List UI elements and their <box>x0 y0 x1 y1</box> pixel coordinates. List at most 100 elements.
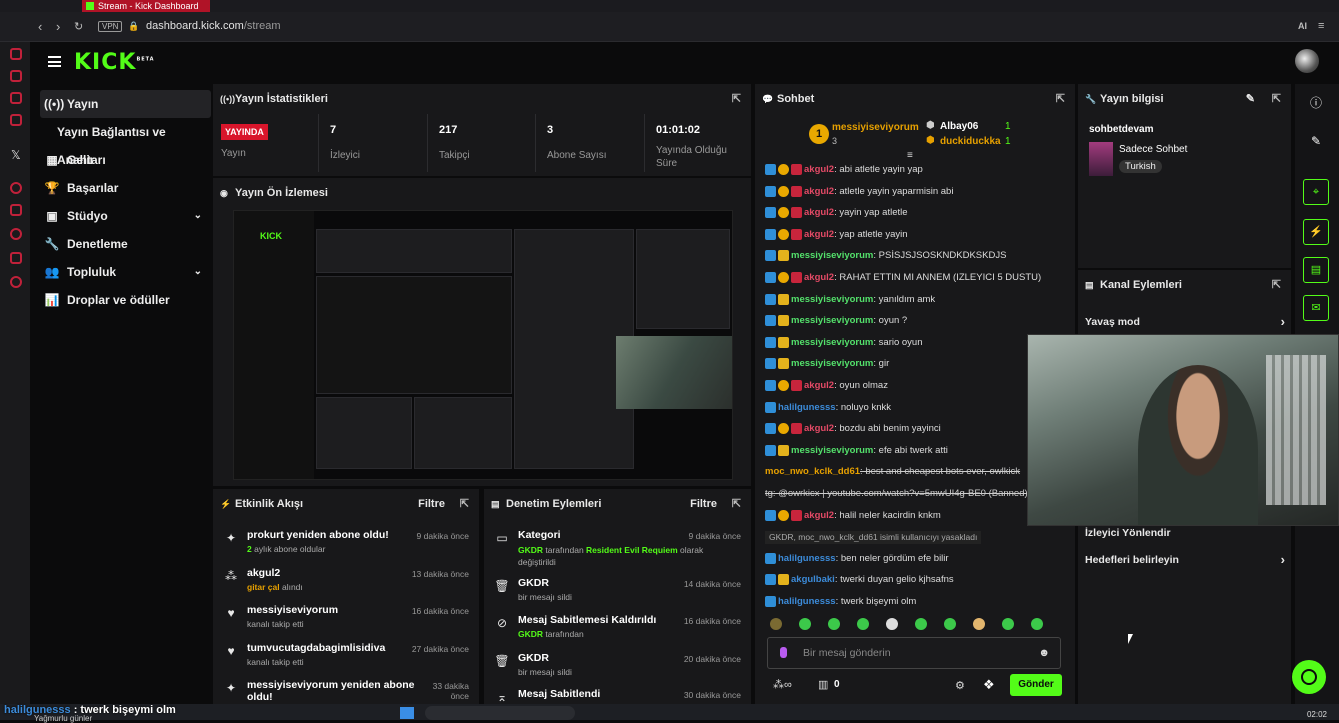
player-icon[interactable] <box>10 182 22 194</box>
emote-icon[interactable] <box>770 618 782 630</box>
top-gifter-name[interactable]: messiyiseviyorum <box>832 122 919 133</box>
forward-icon[interactable]: › <box>56 19 60 34</box>
mail-icon[interactable] <box>10 114 22 126</box>
browser-menu-icon[interactable]: ≡ <box>1318 20 1324 32</box>
chat-username[interactable]: messiyiseviyorum <box>791 337 873 348</box>
chat-username[interactable]: akgulbaki <box>791 574 835 585</box>
chat-username[interactable]: messiyiseviyorum <box>791 315 873 326</box>
chat-bubble-icon[interactable]: ✉ <box>1303 295 1329 321</box>
vpn-badge[interactable]: VPN <box>98 21 123 32</box>
chat-input[interactable]: Bir mesaj gönderin ☻ <box>767 637 1061 669</box>
apps-icon[interactable] <box>10 204 22 216</box>
slow-mode-button[interactable]: Yavaş mod › <box>1085 314 1285 329</box>
user-badges-icon <box>765 250 791 262</box>
chat-username[interactable]: akgul2 <box>804 510 834 521</box>
sidebar-item-gelir[interactable]: ▦ Gelir <box>30 146 210 174</box>
gear-icon[interactable]: ⚙ <box>955 679 965 692</box>
emote-icon[interactable] <box>828 618 840 630</box>
filter-button[interactable]: Filtre <box>418 489 445 519</box>
emote-icon[interactable] <box>944 618 956 630</box>
sidebar-item-stream-key[interactable]: Yayın Bağlantısı ve Anahtarı <box>30 118 210 167</box>
support-icon[interactable] <box>1292 660 1326 694</box>
set-goals-button[interactable]: Hedefleri belirleyin › <box>1085 552 1285 567</box>
user-avatar[interactable] <box>1295 49 1319 73</box>
gx-corner-icon[interactable] <box>10 92 22 104</box>
x-icon[interactable]: 𝕏 <box>11 148 21 162</box>
raid-button[interactable]: İzleyici Yönlendir <box>1085 527 1285 539</box>
url-field[interactable]: dashboard.kick.com/stream <box>146 20 281 32</box>
chat-username[interactable]: moc_nwo_kclk_dd61 <box>765 466 860 477</box>
taskbar-search[interactable] <box>425 706 575 720</box>
mic-icon[interactable] <box>780 647 787 658</box>
edit-icon[interactable]: ✎ <box>1303 128 1329 154</box>
stream-preview-video[interactable]: KICK <box>233 210 733 480</box>
chat-username[interactable]: halilgunesss <box>778 402 836 413</box>
bolt-icon[interactable]: ⚡ <box>1303 219 1329 245</box>
sidebar-item-denetleme[interactable]: 🔧 Denetleme <box>30 230 210 258</box>
chat-username[interactable]: messiyiseviyorum <box>791 445 873 456</box>
emote-icon[interactable] <box>1002 618 1014 630</box>
chat-username[interactable]: messiyiseviyorum <box>791 358 873 369</box>
info-icon[interactable]: ⓘ <box>1303 90 1329 116</box>
emote-picker-icon[interactable]: ❖ <box>983 677 995 693</box>
chat-username[interactable]: akgul2 <box>804 186 834 197</box>
sidebar-item-label: Denetleme <box>67 237 128 251</box>
emote-icon[interactable] <box>973 618 985 630</box>
panel-header: ⚡ Etkinlik Akışı Filtre ⇱ <box>213 489 479 519</box>
popout-icon[interactable]: ⇱ <box>1056 84 1065 114</box>
chat-username[interactable]: akgul2 <box>804 164 834 175</box>
history-icon[interactable] <box>10 228 22 240</box>
popout-icon[interactable]: ⇱ <box>1272 84 1281 114</box>
edit-icon[interactable]: ✎ <box>1246 84 1255 114</box>
chat-username[interactable]: halilgunesss <box>778 553 836 564</box>
activity-title: messiyiseviyorum <box>247 604 339 616</box>
lock-icon[interactable]: 🔒 <box>128 21 139 32</box>
back-icon[interactable]: ‹ <box>38 19 42 34</box>
send-button[interactable]: Gönder <box>1010 674 1062 696</box>
emote-icon[interactable] <box>915 618 927 630</box>
chat-username[interactable]: akgul2 <box>804 272 834 283</box>
emote-icon[interactable] <box>799 618 811 630</box>
aria-ai-button[interactable]: AI <box>1298 21 1307 31</box>
clip-icon[interactable]: ⌖ <box>1303 179 1329 205</box>
chat-username[interactable]: akgul2 <box>804 423 834 434</box>
menu-icon[interactable] <box>48 56 61 67</box>
chat-username[interactable]: akgul2 <box>804 207 834 218</box>
collapse-icon[interactable]: ≡ <box>907 150 913 161</box>
emote-icon[interactable] <box>1031 618 1043 630</box>
emoji-icon[interactable]: ☻ <box>1038 638 1050 668</box>
sidebar-item-droplar[interactable]: 📊 Droplar ve ödüller <box>30 286 210 314</box>
browser-tab-kick[interactable]: Stream - Kick Dashboard <box>82 0 210 12</box>
popout-icon[interactable]: ⇱ <box>1272 270 1281 300</box>
extensions-icon[interactable] <box>10 252 22 264</box>
chat-username[interactable]: akgul2 <box>804 380 834 391</box>
community-icon[interactable]: ⁂∞ <box>773 678 792 691</box>
moderation-time: 9 dakika önce <box>688 531 741 541</box>
filter-button[interactable]: Filtre <box>690 489 717 519</box>
note-icon[interactable]: ▤ <box>1303 257 1329 283</box>
popout-icon[interactable]: ⇱ <box>732 84 741 114</box>
points-icon[interactable]: ▥ <box>818 678 828 691</box>
sidebar-item-basarilar[interactable]: 🏆 Başarılar <box>30 174 210 202</box>
gifter-name[interactable]: duckiduckka <box>940 136 1001 147</box>
popout-icon[interactable]: ⇱ <box>732 489 741 519</box>
chat-username[interactable]: akgul2 <box>804 229 834 240</box>
sidebar-item-studyo[interactable]: ▣ Stüdyo ⌄ <box>30 202 210 230</box>
emote-icon[interactable] <box>886 618 898 630</box>
chat-username[interactable]: messiyiseviyorum <box>791 250 873 261</box>
aria-icon[interactable] <box>10 70 22 82</box>
gifter-count: 1 <box>1005 121 1011 132</box>
emote-icon[interactable] <box>857 618 869 630</box>
gifter-name[interactable]: Albay06 <box>940 121 978 132</box>
reload-icon[interactable]: ↻ <box>74 20 83 33</box>
windows-start-icon[interactable] <box>400 707 414 719</box>
settings-icon[interactable] <box>10 276 22 288</box>
chat-username[interactable]: halilgunesss <box>778 596 836 607</box>
popout-icon[interactable]: ⇱ <box>460 489 469 519</box>
speed-dial-icon[interactable] <box>10 48 22 60</box>
chat-username[interactable]: messiyiseviyorum <box>791 294 873 305</box>
kick-logo[interactable]: KICKBETA <box>74 50 155 75</box>
sidebar-item-yayin[interactable]: ((•)) Yayın <box>40 90 211 118</box>
sidebar-item-topluluk[interactable]: 👥 Topluluk ⌄ <box>30 258 210 286</box>
activity-sub: kanalı takip etti <box>247 657 304 667</box>
